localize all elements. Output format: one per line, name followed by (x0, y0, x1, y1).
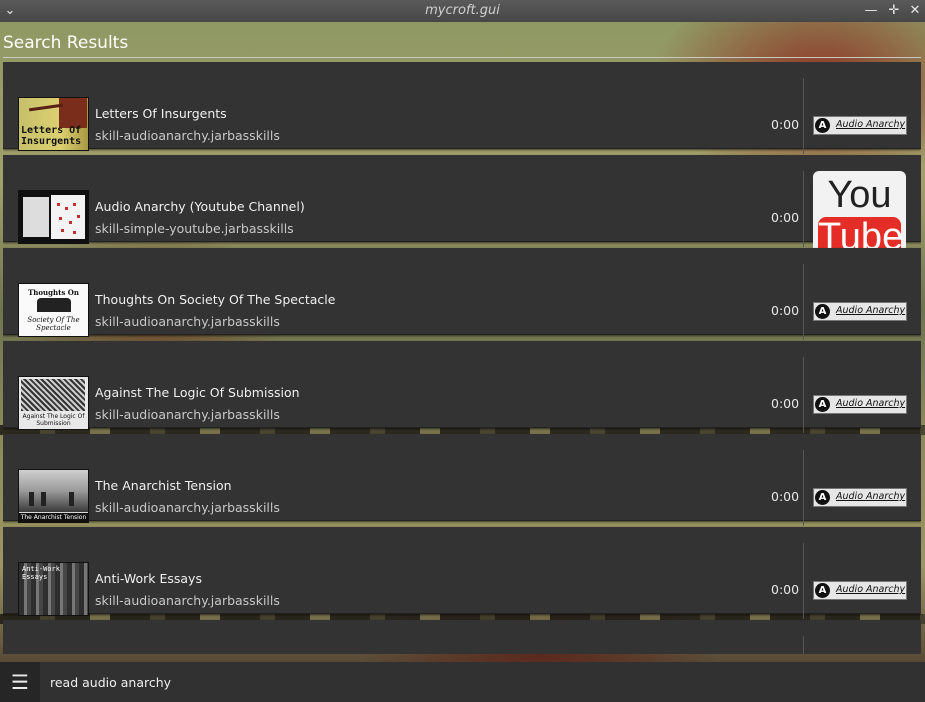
row-divider (803, 264, 804, 340)
thumbnail-figure (69, 492, 74, 506)
result-duration: 0:00 (771, 117, 800, 132)
youtube-logo-top: You (827, 174, 892, 216)
result-thumbnail: Thoughts On Society Of The Spectacle (18, 283, 89, 337)
result-duration: 0:00 (771, 396, 800, 411)
bottom-bar: ☰ (0, 662, 925, 702)
result-thumbnail: The Anarchist Tension (18, 469, 89, 523)
minimize-icon[interactable]: — (862, 2, 880, 20)
result-item[interactable]: The Anarchist Tension The Anarchist Tens… (3, 434, 921, 526)
result-title: Letters Of Insurgents (95, 106, 227, 121)
thumbnail-caption: Anti-Work Essays (22, 565, 60, 581)
source-logo-text: Audio Anarchy (836, 491, 906, 502)
row-divider (803, 543, 804, 619)
source-logo-text: Audio Anarchy (836, 119, 906, 130)
result-duration: 0:00 (771, 210, 800, 225)
close-icon[interactable]: ✕ (906, 2, 924, 20)
result-title: Audio Anarchy (Youtube Channel) (95, 199, 305, 214)
thumbnail-artwork (21, 379, 85, 411)
row-divider (803, 78, 804, 154)
result-thumbnail: Letters Of Insurgents (18, 97, 89, 151)
thumbnail-caption: Letters Of Insurgents (21, 125, 82, 147)
audio-anarchy-logo: A Audio Anarchy (813, 302, 907, 321)
anarchy-a-icon: A (815, 304, 830, 319)
anarchy-a-icon: A (815, 583, 830, 598)
result-skill: skill-audioanarchy.jarbasskills (95, 500, 280, 515)
window-title: mycroft.gui (425, 3, 500, 18)
result-skill: skill-simple-youtube.jarbasskills (95, 221, 294, 236)
query-input[interactable] (40, 662, 925, 702)
youtube-logo: You Tube (813, 171, 906, 249)
maximize-icon[interactable]: ✛ (885, 2, 903, 20)
thumbnail-document (51, 195, 85, 239)
results-list[interactable]: Letters Of Insurgents Letters Of Insurge… (3, 62, 921, 654)
anarchy-a-icon: A (815, 118, 830, 133)
row-divider (803, 636, 804, 654)
page-title: Search Results (3, 33, 129, 53)
audio-anarchy-logo: A Audio Anarchy (813, 488, 907, 507)
source-logo-text: Audio Anarchy (836, 584, 906, 595)
thumbnail-caption: Thoughts On (28, 288, 79, 297)
result-title: Thoughts On Society Of The Spectacle (95, 292, 336, 307)
result-skill: skill-audioanarchy.jarbasskills (95, 593, 280, 608)
thumbnail-figure (28, 103, 64, 112)
thumbnail-caption: Society Of The Spectacle (27, 316, 80, 332)
result-title: Anti-Work Essays (95, 571, 202, 586)
result-duration: 0:00 (771, 582, 800, 597)
result-skill: skill-audioanarchy.jarbasskills (95, 314, 280, 329)
result-item[interactable]: Letters Of Insurgents Letters Of Insurge… (3, 62, 921, 154)
youtube-logo-bottom: Tube (818, 217, 903, 249)
row-divider (803, 450, 804, 526)
row-divider (803, 171, 804, 247)
source-logo-text: Audio Anarchy (836, 398, 906, 409)
thumbnail-caption: The Anarchist Tension (19, 513, 88, 522)
result-item[interactable]: Anti-Work Essays Anti-Work Essays skill-… (3, 527, 921, 619)
result-title: The Anarchist Tension (95, 478, 232, 493)
thumbnail-figure (29, 492, 34, 506)
thumbnail-figure (59, 98, 87, 128)
thumbnail-figure (37, 298, 71, 312)
result-thumbnail: Against The Logic Of Submission (18, 376, 89, 430)
result-duration: 0:00 (771, 303, 800, 318)
thumbnail-portrait (23, 197, 49, 237)
audio-anarchy-logo: A Audio Anarchy (813, 395, 907, 414)
result-item[interactable]: Against The Logic Of Submission Against … (3, 341, 921, 433)
result-item[interactable]: Audio Anarchy (Youtube Channel) skill-si… (3, 155, 921, 249)
audio-anarchy-logo: A Audio Anarchy (813, 581, 907, 600)
anarchy-a-icon: A (815, 490, 830, 505)
thumbnail-caption: Against The Logic Of Submission (22, 413, 85, 427)
header-divider (3, 57, 921, 58)
result-item[interactable]: Thoughts On Society Of The Spectacle Tho… (3, 248, 921, 340)
thumbnail-figure (41, 492, 46, 506)
anarchy-a-icon: A (815, 397, 830, 412)
result-title: Against The Logic Of Submission (95, 385, 300, 400)
hamburger-menu-icon[interactable]: ☰ (0, 662, 40, 702)
result-skill: skill-audioanarchy.jarbasskills (95, 407, 280, 422)
result-thumbnail (18, 190, 89, 244)
window-titlebar: ⌄ mycroft.gui — ✛ ✕ (0, 0, 925, 23)
result-duration: 0:00 (771, 489, 800, 504)
source-logo-text: Audio Anarchy (836, 305, 906, 316)
result-item[interactable] (3, 620, 921, 654)
result-thumbnail: Anti-Work Essays (18, 562, 89, 616)
audio-anarchy-logo: A Audio Anarchy (813, 116, 907, 135)
row-divider (803, 357, 804, 433)
result-skill: skill-audioanarchy.jarbasskills (95, 128, 280, 143)
